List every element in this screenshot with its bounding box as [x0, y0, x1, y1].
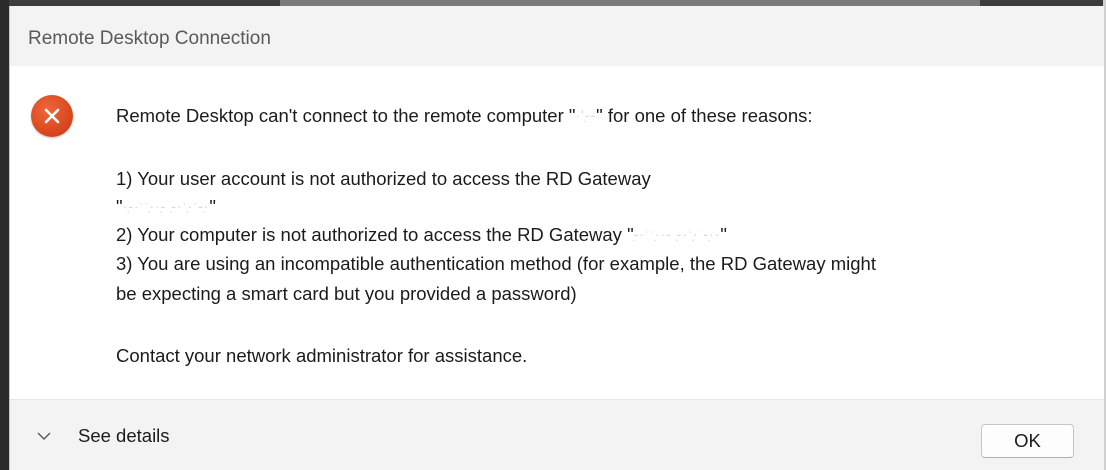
reason-3-line-1: 3) You are using an incompatible authent…	[116, 253, 876, 274]
error-intro-text: Remote Desktop can't connect to the remo…	[116, 105, 813, 126]
dialog-footer: See details OK	[10, 399, 1104, 470]
redacted-gateway-name: ·‐̣·ˑˑ·̣·‐̣ ‐̣·ˑ·̣̣ˑ‐·̣	[122, 198, 210, 214]
reason-3-line-2: be expecting a smart card but you provid…	[116, 283, 577, 304]
reason-2: 2) Your computer is not authorized to ac…	[116, 224, 727, 245]
error-dialog: Remote Desktop Connection Remote Desktop…	[9, 6, 1104, 470]
see-details-label: See details	[78, 425, 170, 446]
redacted-gateway-name-2: ‐̣·ˑˑ·̣·‐ ‐̣·ˑ·̣̣ˑ‐·̣·	[633, 226, 721, 242]
ok-button[interactable]: OK	[981, 424, 1074, 458]
reason-1-line-1: 1) Your user account is not authorized t…	[116, 168, 651, 189]
reason-1-line-2: "·‐̣·ˑˑ·̣·‐̣ ‐̣·ˑ·̣̣ˑ‐·̣"	[116, 196, 216, 217]
dialog-title: Remote Desktop Connection	[28, 28, 271, 49]
screen: Remote Desktop Connection Remote Desktop…	[0, 0, 1106, 470]
error-x-icon	[31, 95, 73, 137]
contact-admin-text: Contact your network administrator for a…	[116, 345, 528, 366]
dialog-body: Remote Desktop can't connect to the remo…	[10, 66, 1104, 399]
see-details-toggle[interactable]: See details	[36, 422, 170, 450]
redacted-computer-name: ·'‐̣‐	[575, 107, 597, 123]
chevron-down-icon	[37, 432, 51, 440]
dialog-titlebar[interactable]: Remote Desktop Connection	[10, 6, 1104, 66]
background-window-edge-left	[0, 0, 9, 470]
